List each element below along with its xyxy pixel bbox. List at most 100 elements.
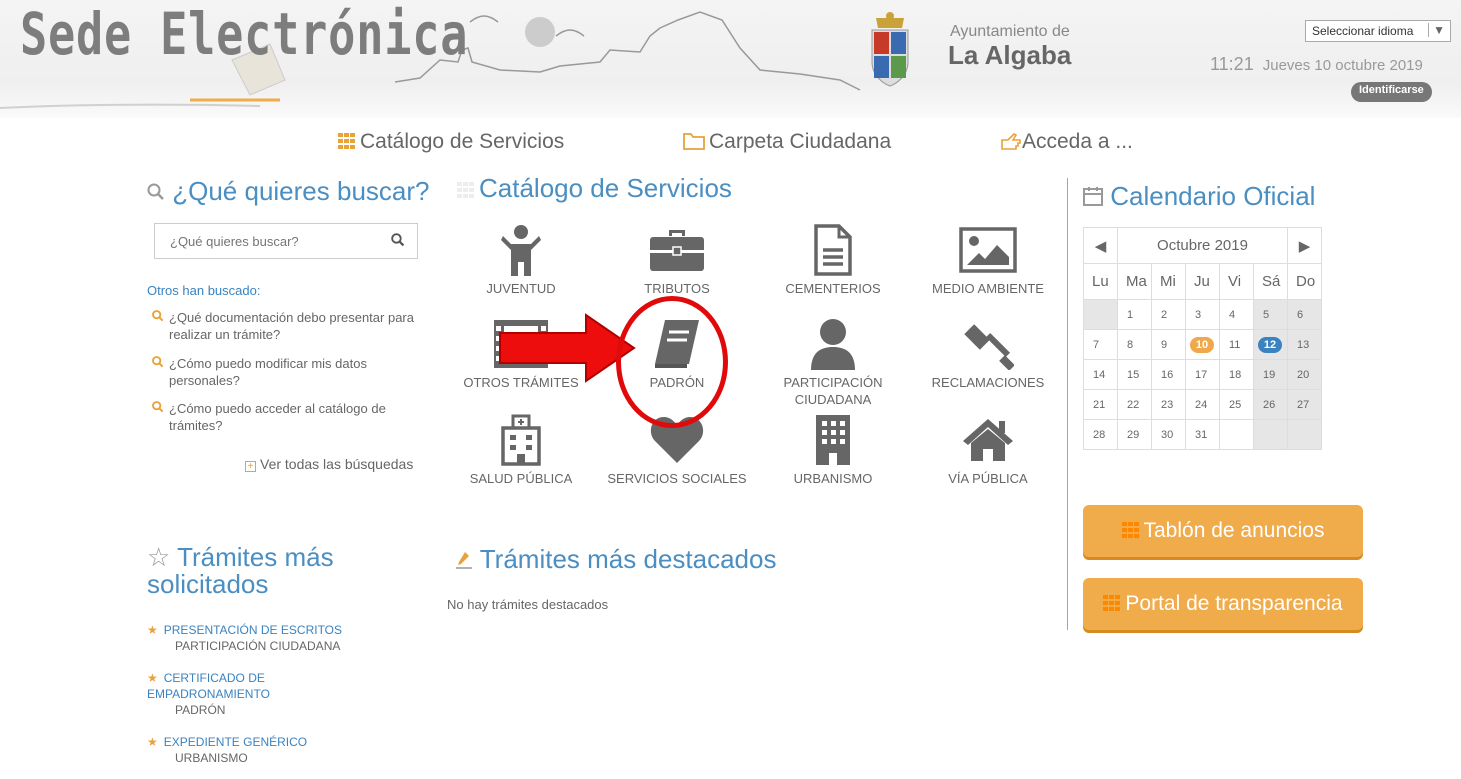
- catalog-item-label: SERVICIOS SOCIALES: [607, 471, 747, 486]
- procedure-title[interactable]: CERTIFICADO DE: [164, 671, 265, 685]
- calendar-day-today[interactable]: 10: [1185, 329, 1220, 360]
- catalog-item-urbanismo[interactable]: URBANISMO: [758, 412, 908, 487]
- language-select[interactable]: Seleccionar idioma ▼: [1305, 20, 1451, 42]
- procedure-title[interactable]: PRESENTACIÓN DE ESCRITOS: [164, 623, 342, 637]
- next-month-icon[interactable]: ▶: [1287, 227, 1322, 264]
- portal-transparencia-button[interactable]: Portal de transparencia: [1083, 578, 1363, 630]
- current-time: 11:21: [1210, 54, 1254, 74]
- municipality-label: Ayuntamiento de: [950, 23, 1070, 40]
- grid-icon: [1103, 595, 1122, 611]
- calendar-day[interactable]: 18: [1219, 359, 1254, 390]
- see-all-searches-label: Ver todas las búsquedas: [260, 456, 414, 472]
- catalog-item-participacion[interactable]: PARTICIPACIÓN CIUDADANA: [758, 316, 908, 408]
- catalog-heading-label: Catálogo de Servicios: [479, 173, 732, 203]
- most-requested-item[interactable]: ★ PRESENTACIÓN DE ESCRITOS PARTICIPACIÓN …: [147, 622, 342, 654]
- site-title[interactable]: Sede Electrónica: [20, 0, 468, 68]
- calendar-day[interactable]: 1: [1117, 299, 1152, 330]
- coat-of-arms-logo: [871, 12, 909, 87]
- procedure-title[interactable]: EXPEDIENTE GENÉRICO: [164, 735, 307, 749]
- prev-month-icon[interactable]: ◀: [1083, 227, 1118, 264]
- calendar-day[interactable]: 14: [1083, 359, 1118, 390]
- searched-item[interactable]: ¿Qué documentación debo presentar para r…: [152, 309, 439, 343]
- catalog-item-tributos[interactable]: TRIBUTOS: [602, 222, 752, 297]
- calendar-day[interactable]: 7: [1083, 329, 1118, 360]
- catalog-item-cementerios[interactable]: CEMENTERIOS: [758, 222, 908, 297]
- calendar-day[interactable]: 31: [1185, 419, 1220, 450]
- language-select-label: Seleccionar idioma: [1312, 24, 1414, 38]
- calendar-day[interactable]: 24: [1185, 389, 1220, 420]
- calendar-day[interactable]: 19: [1253, 359, 1288, 390]
- grid-icon: [1121, 522, 1140, 538]
- others-searched-label: Otros han buscado:: [147, 283, 261, 298]
- calendar-day[interactable]: 3: [1185, 299, 1220, 330]
- calendar-day[interactable]: 28: [1083, 419, 1118, 450]
- weekday-label: Vi: [1219, 263, 1254, 300]
- most-requested-heading-line2: solicitados: [147, 569, 269, 599]
- procedure-title-continued[interactable]: EMPADRONAMIENTO: [147, 686, 270, 702]
- calendar-day: [1083, 299, 1118, 330]
- calendar-heading-label: Calendario Oficial: [1110, 181, 1316, 211]
- calendar-day[interactable]: 29: [1117, 419, 1152, 450]
- search-input[interactable]: [155, 224, 375, 258]
- calendar-day[interactable]: 5: [1253, 299, 1288, 330]
- calendar-day[interactable]: 9: [1151, 329, 1186, 360]
- nav-catalog[interactable]: Catálogo de Servicios: [338, 130, 564, 154]
- search-icon: [152, 400, 164, 417]
- catalog-item-via-publica[interactable]: VÍA PÚBLICA: [913, 412, 1063, 487]
- today-badge: 10: [1190, 336, 1214, 353]
- calendar-day[interactable]: 21: [1083, 389, 1118, 420]
- catalog-item-juventud[interactable]: JUVENTUD: [446, 222, 596, 297]
- catalog-item-label: SALUD PÚBLICA: [469, 471, 573, 486]
- weekday-label: Ju: [1185, 263, 1220, 300]
- calendar-day[interactable]: 8: [1117, 329, 1152, 360]
- most-requested-item[interactable]: ★ CERTIFICADO DE EMPADRONAMIENTO PADRÓN: [147, 670, 270, 718]
- catalog-item-medio-ambiente[interactable]: MEDIO AMBIENTE: [913, 222, 1063, 297]
- nav-access[interactable]: Acceda a ...: [1000, 130, 1133, 154]
- search-icon: [152, 355, 164, 372]
- searched-item-label: ¿Cómo puedo modificar mis datos personal…: [169, 356, 367, 388]
- calendar-day[interactable]: 23: [1151, 389, 1186, 420]
- calendar-day[interactable]: 26: [1253, 389, 1288, 420]
- calendar-day[interactable]: 30: [1151, 419, 1186, 450]
- column-divider: [1067, 178, 1068, 630]
- calendar-day[interactable]: 22: [1117, 389, 1152, 420]
- nav-citizen-folder[interactable]: Carpeta Ciudadana: [683, 130, 891, 154]
- see-all-searches-link[interactable]: + Ver todas las búsquedas: [245, 456, 413, 472]
- calendar-day[interactable]: 16: [1151, 359, 1186, 390]
- catalog-item-label: CEMENTERIOS: [785, 281, 881, 296]
- searched-item[interactable]: ¿Cómo puedo acceder al catálogo de trámi…: [152, 400, 439, 434]
- calendar-icon: [1083, 187, 1103, 206]
- catalog-item-reclamaciones[interactable]: RECLAMACIONES: [913, 316, 1063, 391]
- calendar-heading: Calendario Oficial: [1083, 181, 1315, 212]
- calendar-day[interactable]: 2: [1151, 299, 1186, 330]
- calendar-day[interactable]: 13: [1287, 329, 1322, 360]
- catalog-item-label: JUVENTUD: [486, 281, 556, 296]
- calendar-day[interactable]: 15: [1117, 359, 1152, 390]
- nav-catalog-label: Catálogo de Servicios: [360, 130, 565, 153]
- calendar-day[interactable]: 27: [1287, 389, 1322, 420]
- child-icon: [501, 225, 541, 276]
- star-outline-icon: ☆: [147, 542, 171, 572]
- pen-icon: [456, 552, 472, 569]
- catalog-item-salud-publica[interactable]: SALUD PÚBLICA: [446, 412, 596, 487]
- calendar-day[interactable]: 11: [1219, 329, 1254, 360]
- portal-transparencia-label: Portal de transparencia: [1125, 592, 1343, 615]
- calendar-day[interactable]: 4: [1219, 299, 1254, 330]
- calendar-day[interactable]: 25: [1219, 389, 1254, 420]
- calendar-day[interactable]: 20: [1287, 359, 1322, 390]
- calendar-day: [1253, 419, 1288, 450]
- calendar-month: Octubre 2019: [1117, 227, 1288, 264]
- search-field[interactable]: [154, 223, 418, 259]
- searched-item[interactable]: ¿Cómo puedo modificar mis datos personal…: [152, 355, 439, 389]
- catalog-item-label: PARTICIPACIÓN CIUDADANA: [783, 375, 883, 407]
- date-time: 11:21 Jueves 10 octubre 2019: [1210, 54, 1423, 75]
- search-icon[interactable]: [391, 233, 405, 247]
- most-requested-item[interactable]: ★ EXPEDIENTE GENÉRICO URBANISMO: [147, 734, 307, 766]
- calendar-day[interactable]: 17: [1185, 359, 1220, 390]
- calendar-day[interactable]: 6: [1287, 299, 1322, 330]
- calendar-day-holiday[interactable]: 12: [1253, 329, 1288, 360]
- weekday-label: Ma: [1117, 263, 1152, 300]
- catalog-item-label: URBANISMO: [793, 471, 873, 486]
- login-button[interactable]: Identificarse: [1351, 82, 1432, 102]
- tablon-anuncios-button[interactable]: Tablón de anuncios: [1083, 505, 1363, 557]
